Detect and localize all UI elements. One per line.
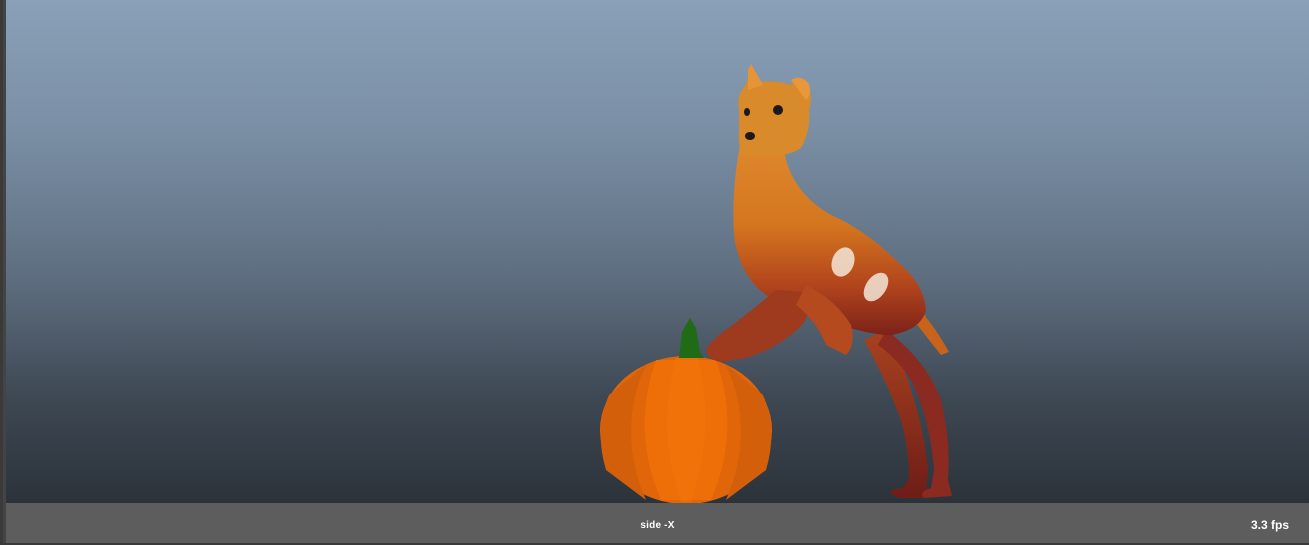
- scene-render: [600, 64, 952, 503]
- viewport-hud-bar: side -X 3.3 fps: [6, 503, 1309, 543]
- 3d-scene-view[interactable]: [6, 0, 1309, 503]
- pumpkin-stem: [679, 318, 704, 358]
- camera-name-label[interactable]: side -X: [6, 520, 1309, 531]
- fps-readout: 3.3 fps: [1250, 518, 1289, 532]
- maya-viewport-panel[interactable]: side -X 3.3 fps: [0, 0, 1309, 545]
